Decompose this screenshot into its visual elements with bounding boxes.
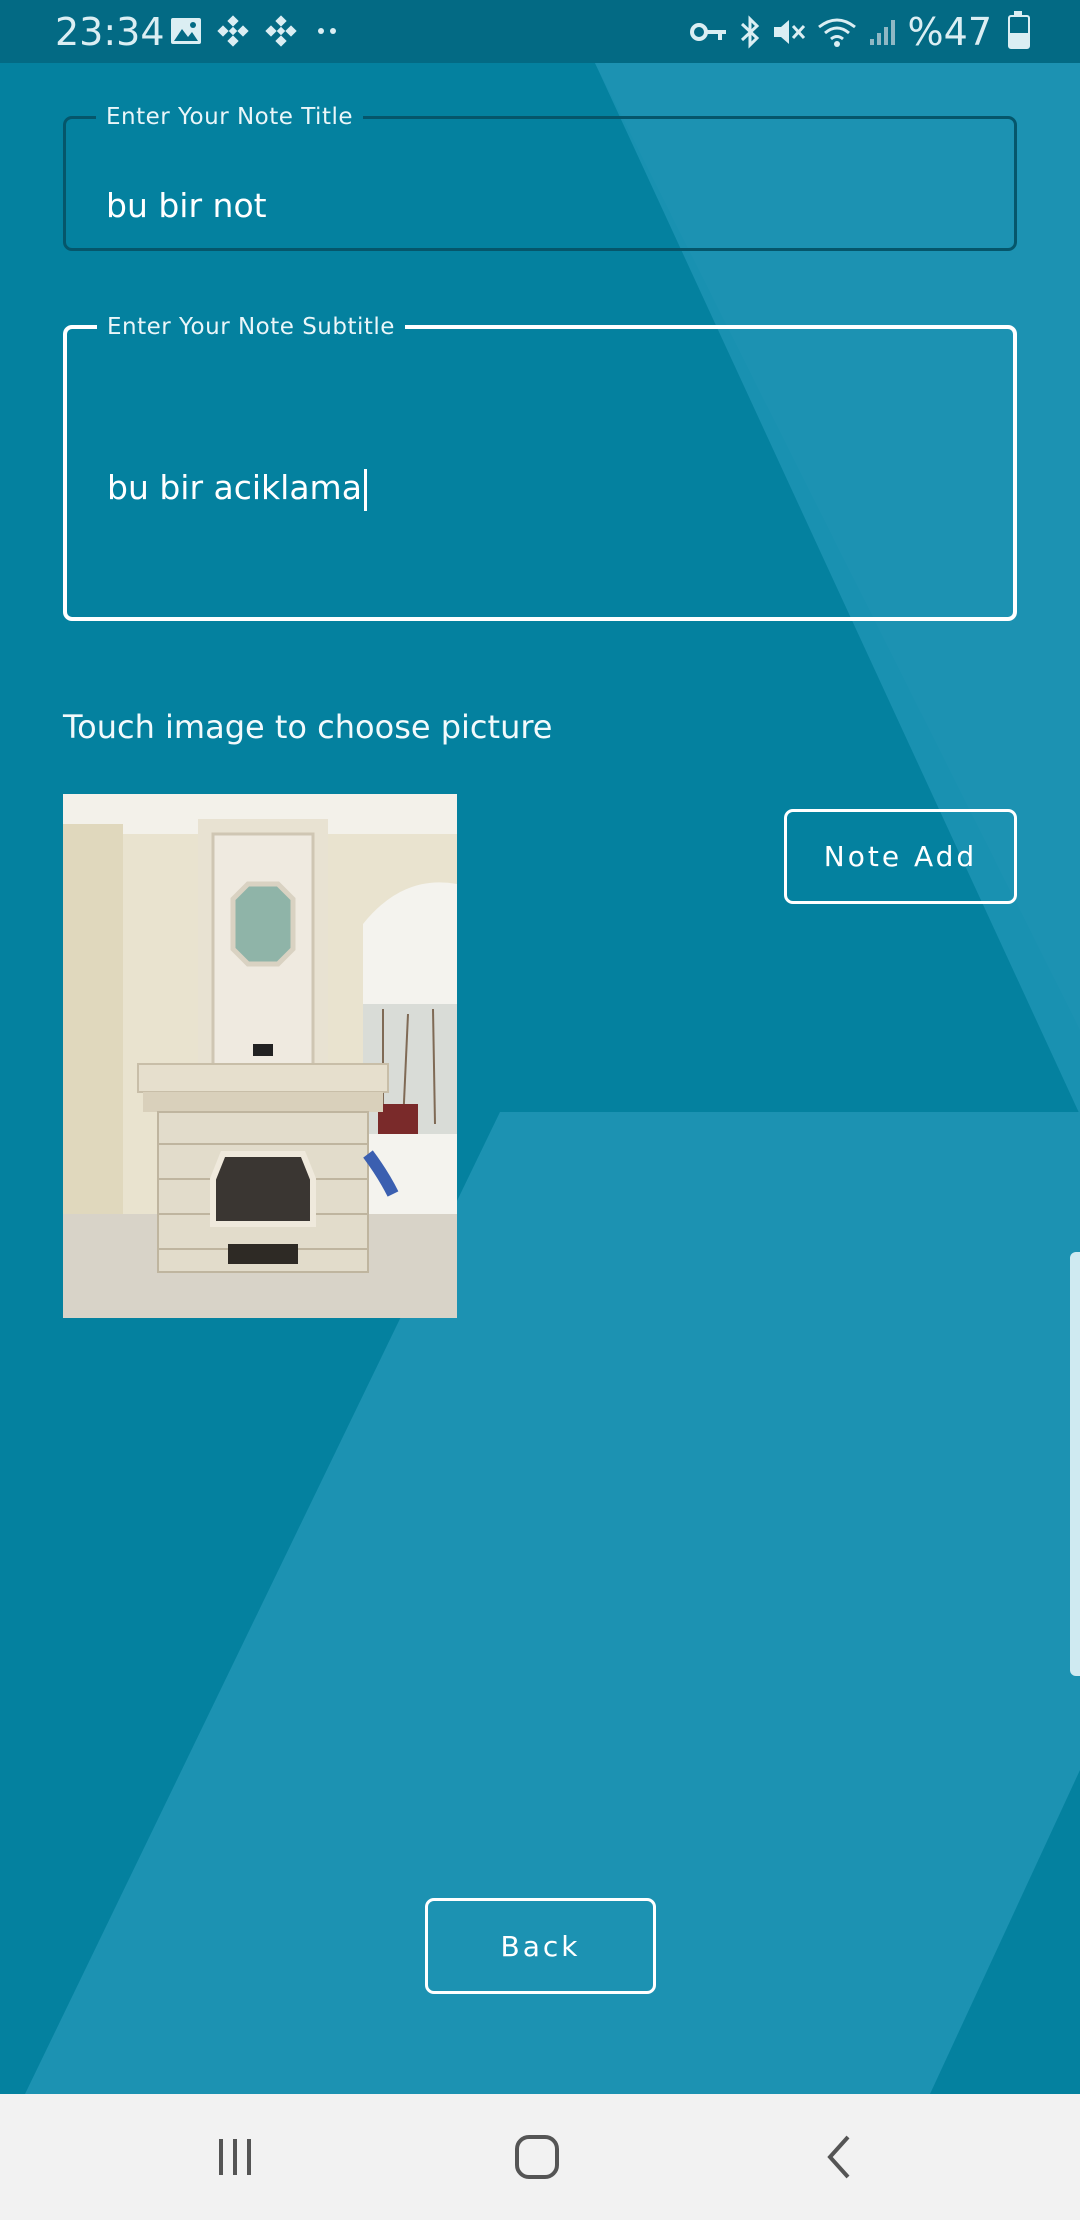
note-subtitle-label: Enter Your Note Subtitle: [107, 314, 395, 340]
mute-icon: [773, 20, 805, 44]
status-bar: 23:34 %47: [0, 0, 1080, 63]
bluetooth-icon: [740, 15, 759, 49]
add-note-screen: Enter Your Note Title bu bir not Enter Y…: [0, 0, 1080, 2220]
signal-icon: [869, 20, 895, 45]
note-title-label: Enter Your Note Title: [106, 104, 354, 130]
status-time: 23:34: [55, 10, 165, 54]
vpn-key-icon: [689, 23, 726, 41]
edge-panel-handle[interactable]: [1070, 1252, 1080, 1676]
binance-icon: [265, 15, 297, 47]
navigation-bar: [0, 2094, 1080, 2220]
status-notification-icons: [170, 14, 342, 48]
home-icon[interactable]: [502, 2122, 572, 2192]
recent-apps-icon[interactable]: [200, 2122, 270, 2192]
fireplace-photo: [63, 794, 457, 1318]
battery-percent: %47: [907, 10, 992, 54]
back-icon[interactable]: [805, 2122, 875, 2192]
wifi-icon: [817, 18, 856, 47]
text-cursor: [363, 468, 367, 511]
note-subtitle-value: bu bir aciklama: [107, 468, 362, 507]
note-add-button[interactable]: Note Add: [784, 809, 1017, 904]
note-title-input[interactable]: bu bir not: [106, 186, 267, 225]
back-button[interactable]: Back: [425, 1898, 656, 1994]
note-subtitle-input[interactable]: bu bir aciklama: [107, 468, 367, 511]
image-icon: [171, 18, 201, 44]
image-hint-text: Touch image to choose picture: [63, 708, 553, 746]
dots-icon: [318, 28, 336, 34]
battery-icon: [1008, 11, 1030, 49]
note-subtitle-field[interactable]: Enter Your Note Subtitle bu bir aciklama: [63, 314, 1017, 621]
binance-icon: [217, 15, 249, 47]
status-system-icons: %47: [689, 10, 1030, 54]
note-title-field[interactable]: Enter Your Note Title bu bir not: [63, 104, 1017, 251]
note-picture[interactable]: [63, 794, 457, 1318]
